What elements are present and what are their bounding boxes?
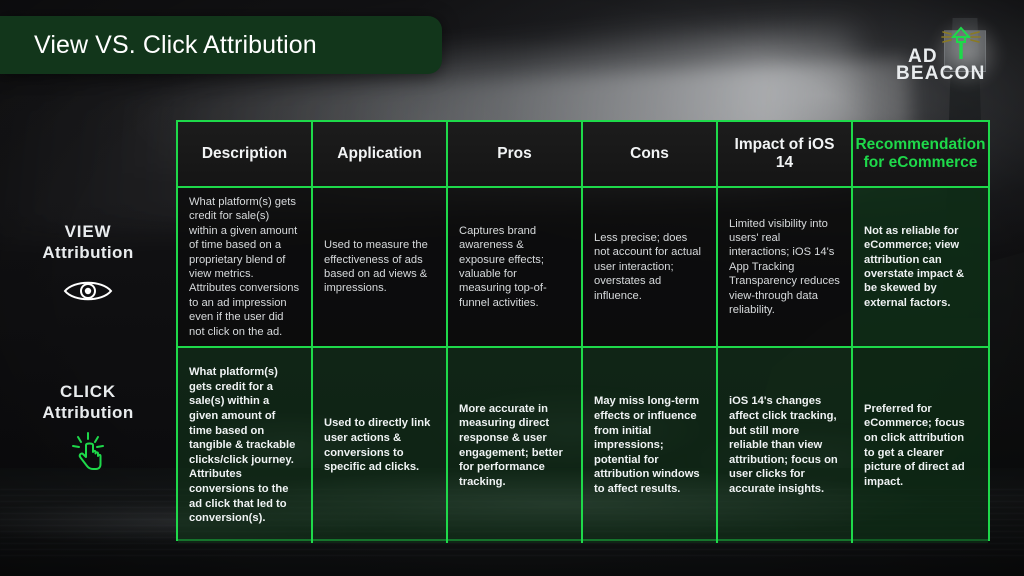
- header-label: Pros: [497, 145, 532, 162]
- header-label: Impact of iOS 14: [734, 136, 835, 171]
- cell-view-recommendation: Not as reliable for eCommerce; view attr…: [864, 224, 965, 309]
- table-row: May miss long-term effects or influence …: [583, 348, 718, 543]
- header-label: Recommendation for eCommerce: [855, 136, 986, 171]
- row-label-view: VIEW Attribution: [0, 222, 176, 310]
- table-header-application: Application: [313, 122, 448, 188]
- table-row: iOS 14's changes affect click tracking, …: [718, 348, 853, 543]
- cell-click-recommendation: Preferred for eCommerce; focus on click …: [864, 402, 965, 488]
- cell-view-ios14: Limited visibility into users' real inte…: [729, 217, 840, 317]
- comparison-table: Description Application Pros Cons Impact…: [176, 120, 990, 543]
- row-label-view-line2: Attribution: [42, 243, 134, 262]
- row-label-click-line2: Attribution: [42, 403, 134, 422]
- table-row: Preferred for eCommerce; focus on click …: [853, 348, 988, 543]
- header-label: Cons: [630, 145, 669, 162]
- table-row: Used to directly link user actions & con…: [313, 348, 448, 543]
- cell-click-description: What platform(s) gets credit for a sale(…: [189, 366, 296, 525]
- header-label: Description: [201, 145, 288, 162]
- cell-view-cons: Less precise; does not account for actua…: [594, 231, 701, 302]
- table-header-ios14: Impact of iOS 14: [718, 122, 853, 188]
- table-row: What platform(s) gets credit for a sale(…: [178, 348, 313, 543]
- cell-view-description: What platform(s) gets credit for sale(s)…: [189, 195, 300, 338]
- cell-view-pros: Captures brand awareness & exposure effe…: [459, 224, 547, 309]
- table-row: Limited visibility into users' real inte…: [718, 188, 853, 348]
- table-row: More accurate in measuring direct respon…: [448, 348, 583, 543]
- cell-view-application: Used to measure the effectiveness of ads…: [324, 239, 428, 295]
- table-header-cons: Cons: [583, 122, 718, 188]
- table-row: Not as reliable for eCommerce; view attr…: [853, 188, 988, 348]
- cell-click-cons: May miss long-term effects or influence …: [594, 395, 700, 495]
- cell-click-application: Used to directly link user actions & con…: [324, 417, 431, 474]
- row-label-view-line1: VIEW: [64, 222, 112, 241]
- cell-click-pros: More accurate in measuring direct respon…: [459, 402, 563, 488]
- table-row: Used to measure the effectiveness of ads…: [313, 188, 448, 348]
- brand-logo: AD BEACON: [896, 26, 1006, 86]
- table-row: Less precise; does not account for actua…: [583, 188, 718, 348]
- header-label: Application: [337, 145, 422, 162]
- table-header-pros: Pros: [448, 122, 583, 188]
- table-header-recommendation: Recommendation for eCommerce: [853, 122, 988, 188]
- page-title: View VS. Click Attribution: [34, 30, 317, 59]
- row-label-click-line1: CLICK: [60, 382, 116, 401]
- eye-icon: [0, 272, 176, 310]
- table-row: What platform(s) gets credit for sale(s)…: [178, 188, 313, 348]
- table-row: Captures brand awareness & exposure effe…: [448, 188, 583, 348]
- row-label-click: CLICK Attribution: [0, 382, 176, 470]
- title-banner: View VS. Click Attribution: [0, 16, 442, 74]
- table-header-description: Description: [178, 122, 313, 188]
- cell-click-ios14: iOS 14's changes affect click tracking, …: [729, 395, 838, 495]
- logo-line-2: BEACON: [896, 63, 986, 84]
- lighthouse-icon: [941, 26, 981, 59]
- click-hand-icon: [0, 432, 176, 470]
